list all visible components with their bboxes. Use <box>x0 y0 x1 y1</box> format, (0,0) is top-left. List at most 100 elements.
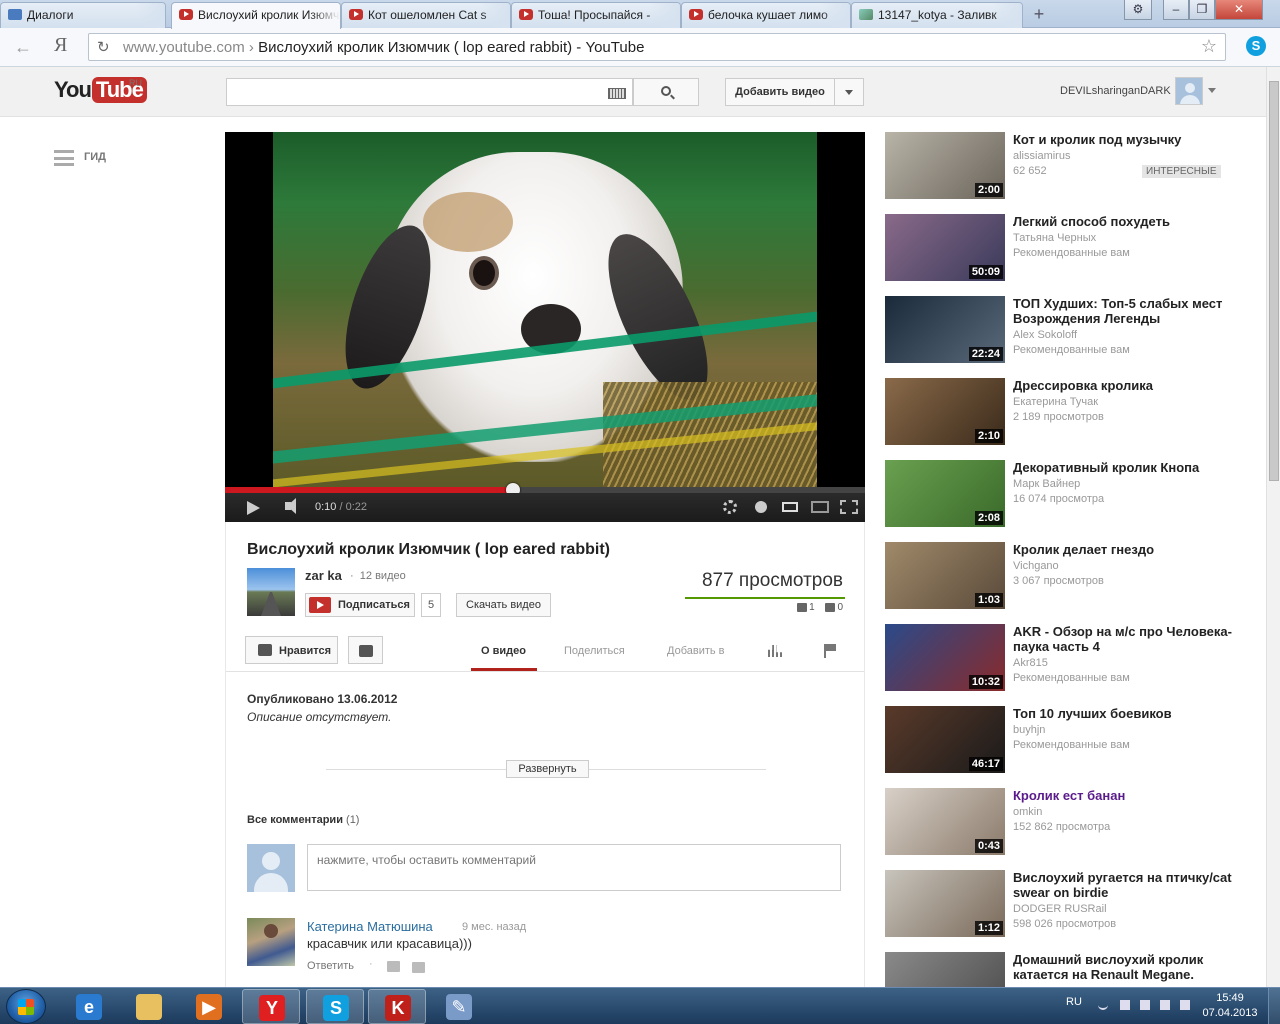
start-button[interactable] <box>6 989 46 1024</box>
restore-button[interactable]: ❐ <box>1189 0 1215 20</box>
chevron-down-icon[interactable] <box>1208 88 1216 93</box>
tray-chevron-icon[interactable] <box>1098 1000 1108 1010</box>
video-thumbnail[interactable]: 1:03 <box>885 542 1005 609</box>
video-player[interactable]: 0:10 / 0:22 <box>225 132 865 522</box>
power-icon[interactable] <box>1180 1000 1190 1010</box>
thumbs-down-icon[interactable] <box>412 962 425 973</box>
comment-input[interactable] <box>307 844 841 891</box>
related-video-title[interactable]: Дрессировка кролика <box>1013 378 1233 393</box>
language-indicator[interactable]: RU <box>1066 996 1082 1008</box>
subscribe-button[interactable]: Подписаться <box>305 593 415 617</box>
address-bar[interactable]: ↻ www.youtube.com › Вислоухий кролик Изю… <box>88 33 1226 61</box>
video-thumbnail[interactable]: 0:43 <box>885 788 1005 855</box>
download-video-button[interactable]: Скачать видео <box>456 593 551 617</box>
taskbar-app-button[interactable]: ▶ <box>180 989 238 1024</box>
dislike-button[interactable] <box>348 636 383 664</box>
related-video-item[interactable]: 2:08 Декоративный кролик Кнопа Марк Вайнер… <box>885 460 1245 528</box>
taskbar-app-button[interactable]: S <box>306 989 364 1024</box>
browser-tab[interactable]: белочка кушает лимо <box>681 2 851 28</box>
related-video-item[interactable]: 46:17 Топ 10 лучших боевиков buyhjn Рекомен… <box>885 706 1245 774</box>
related-video-title[interactable]: Кот и кролик под музычку <box>1013 132 1233 147</box>
channel-name-link[interactable]: zar ka <box>305 568 342 583</box>
channel-avatar[interactable] <box>247 568 295 616</box>
video-thumbnail[interactable]: 2:08 <box>885 460 1005 527</box>
tab-add-to[interactable]: Добавить в <box>667 645 725 657</box>
minimize-button[interactable]: – <box>1163 0 1189 20</box>
search-input[interactable] <box>226 78 633 106</box>
related-video-item[interactable]: 10:32 AKR - Обзор на м/с про Человека-пау… <box>885 624 1245 692</box>
volume-icon[interactable] <box>285 498 296 514</box>
play-icon[interactable] <box>247 501 260 515</box>
comment-author-avatar[interactable] <box>247 918 295 966</box>
speaker-icon[interactable] <box>1160 1000 1170 1010</box>
like-button[interactable]: Нравится <box>245 636 338 664</box>
related-video-item[interactable]: Домашний вислоухий кролик катается на Re… <box>885 952 1245 987</box>
show-desktop-button[interactable] <box>1268 988 1280 1024</box>
settings-icon[interactable]: ⚙ <box>1124 0 1152 20</box>
skype-extension-icon[interactable]: S <box>1246 36 1266 56</box>
network-icon[interactable] <box>1140 1000 1150 1010</box>
related-video-item[interactable]: 1:03 Кролик делает гнездо Vichgano 3 067 пр… <box>885 542 1245 610</box>
large-player-icon[interactable] <box>811 501 829 513</box>
expand-description-button[interactable]: Развернуть <box>506 760 589 778</box>
scrollbar-thumb[interactable] <box>1269 81 1279 481</box>
keyboard-icon[interactable] <box>608 88 626 99</box>
related-video-title[interactable]: Домашний вислоухий кролик катается на Re… <box>1013 952 1233 982</box>
bookmark-star-icon[interactable]: ☆ <box>1201 36 1217 57</box>
watch-later-icon[interactable] <box>755 501 767 513</box>
browser-tab-active[interactable]: Вислоухий кролик Изюмчик ( lop eared rab… <box>171 2 341 29</box>
related-video-item[interactable]: 1:12 Вислоухий ругается на птичку/cat swe… <box>885 870 1245 938</box>
video-thumbnail[interactable]: 46:17 <box>885 706 1005 773</box>
comment-author[interactable]: Катерина Матюшина <box>307 919 433 934</box>
settings-gear-icon[interactable] <box>723 500 737 514</box>
video-frame[interactable] <box>273 132 817 487</box>
flag-icon[interactable] <box>824 644 836 658</box>
channel-video-count[interactable]: · 12 видео <box>350 570 406 582</box>
tab-about[interactable]: О видео <box>481 645 526 657</box>
fullscreen-icon[interactable] <box>840 500 858 514</box>
related-video-item[interactable]: 0:43 Кролик ест банан omkin 152 862 просмот… <box>885 788 1245 856</box>
taskbar-app-button[interactable]: K <box>368 989 426 1024</box>
page-scrollbar[interactable] <box>1266 67 1280 987</box>
related-video-title[interactable]: Кролик делает гнездо <box>1013 542 1233 557</box>
related-video-title[interactable]: ТОП Худших: Топ-5 слабых мест Возрождени… <box>1013 296 1233 326</box>
video-thumbnail[interactable]: 2:00 <box>885 132 1005 199</box>
small-player-icon[interactable] <box>782 502 798 512</box>
related-video-title[interactable]: AKR - Обзор на м/с про Человека-паука ча… <box>1013 624 1233 654</box>
new-tab-button[interactable]: + <box>1030 5 1048 23</box>
search-button[interactable] <box>633 78 699 106</box>
video-thumbnail[interactable]: 22:24 <box>885 296 1005 363</box>
video-thumbnail[interactable]: 50:09 <box>885 214 1005 281</box>
related-video-title[interactable]: Декоративный кролик Кнопа <box>1013 460 1233 475</box>
browser-tab[interactable]: Кот ошеломлен Cat s <box>341 2 511 28</box>
avatar[interactable] <box>1175 77 1203 105</box>
yandex-button[interactable]: Я <box>54 34 67 57</box>
related-video-title[interactable]: Кролик ест банан <box>1013 788 1233 803</box>
address-text[interactable]: www.youtube.com › Вислоухий кролик Изюмч… <box>123 39 644 56</box>
video-thumbnail[interactable]: 10:32 <box>885 624 1005 691</box>
taskbar-app-button[interactable] <box>120 989 178 1024</box>
taskbar-app-button[interactable]: ✎ <box>430 989 488 1024</box>
browser-tab[interactable]: 13147_kotya - Заливк <box>851 2 1023 28</box>
upload-menu-chevron-icon[interactable] <box>835 78 864 106</box>
refresh-icon[interactable]: ↻ <box>97 38 110 56</box>
browser-tab[interactable]: Диалоги <box>0 2 166 28</box>
related-video-title[interactable]: Легкий способ похудеть <box>1013 214 1233 229</box>
video-thumbnail[interactable]: 2:10 <box>885 378 1005 445</box>
related-video-title[interactable]: Топ 10 лучших боевиков <box>1013 706 1233 721</box>
video-thumbnail[interactable]: 1:12 <box>885 870 1005 937</box>
related-video-item[interactable]: 2:10 Дрессировка кролика Екатерина Тучак 2 … <box>885 378 1245 446</box>
tab-share[interactable]: Поделиться <box>564 645 625 657</box>
clock[interactable]: 15:49 07.04.2013 <box>1198 991 1262 1021</box>
related-video-item[interactable]: 50:09 Легкий способ похудеть Татьяна Черны… <box>885 214 1245 282</box>
browser-tab[interactable]: Тоша! Просыпайся - <box>511 2 681 28</box>
taskbar-app-button[interactable]: e <box>60 989 118 1024</box>
related-video-item[interactable]: 22:24 ТОП Худших: Топ-5 слабых мест Возро… <box>885 296 1245 364</box>
close-window-button[interactable]: ✕ <box>1215 0 1263 20</box>
stats-icon[interactable] <box>768 645 782 657</box>
taskbar-app-button[interactable]: Y <box>242 989 300 1024</box>
upload-button[interactable]: Добавить видео <box>725 78 835 106</box>
thumbs-up-icon[interactable] <box>387 961 400 972</box>
related-video-title[interactable]: Вислоухий ругается на птичку/cat swear o… <box>1013 870 1233 900</box>
related-video-item[interactable]: 2:00 Кот и кролик под музычку alissiamirus… <box>885 132 1245 200</box>
